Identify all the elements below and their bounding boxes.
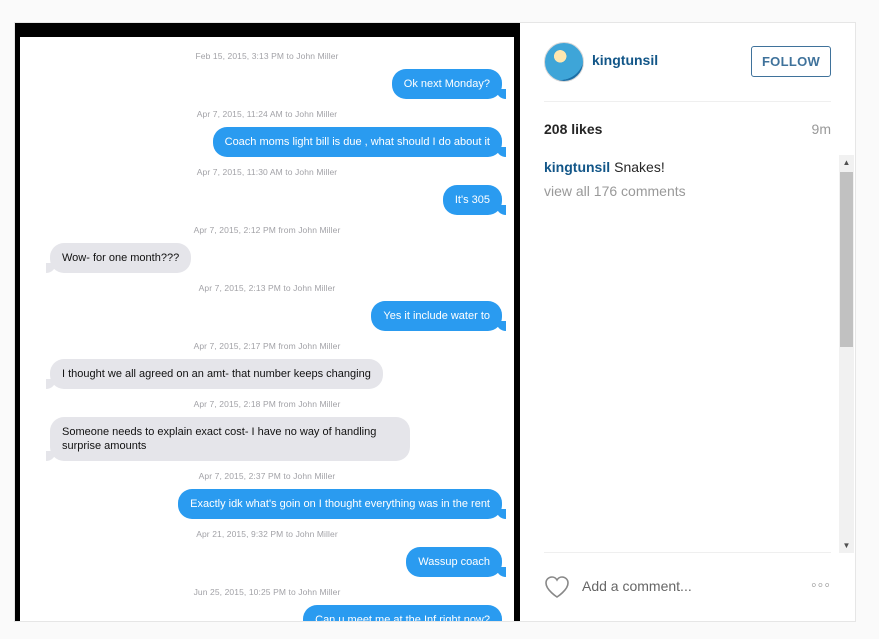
message-bubble-sent: It's 305 — [442, 185, 507, 215]
message-timestamp: Apr 7, 2015, 11:30 AM to John Miller — [196, 167, 338, 177]
follow-button[interactable]: FOLLOW — [751, 46, 831, 77]
message-bubble-sent: Can u meet me at the Inf right now? — [303, 605, 502, 621]
message-timestamp: Jun 25, 2015, 10:25 PM to John Miller — [193, 587, 341, 597]
post-photo[interactable]: Feb 15, 2015, 3:13 PM to John Miller Ok … — [15, 23, 520, 621]
more-options-icon[interactable]: ◦◦◦ — [807, 577, 831, 595]
message-bubble-sent: Coach moms light bill is due , what shou… — [212, 127, 507, 157]
message-timestamp: Apr 7, 2015, 2:13 PM to John Miller — [198, 283, 336, 293]
message-timestamp: Apr 21, 2015, 9:32 PM to John Miller — [196, 529, 338, 539]
comment-input[interactable] — [582, 575, 782, 597]
post-caption: kingtunsil Snakes! — [544, 159, 831, 175]
comments-list: kingtunsil Snakes! view all 176 comments — [544, 155, 831, 553]
message-bubble-sent: Ok next Monday? — [391, 69, 507, 99]
scrollbar-thumb[interactable] — [840, 172, 853, 347]
message-timestamp: Apr 7, 2015, 2:18 PM from John Miller — [193, 399, 341, 409]
comments-scrollbar[interactable]: ▲ ▼ — [839, 155, 854, 553]
author-username[interactable]: kingtunsil — [592, 52, 658, 68]
heart-icon[interactable] — [544, 575, 570, 599]
message-timestamp: Feb 15, 2015, 3:13 PM to John Miller — [195, 51, 339, 61]
message-bubble-received: Someone needs to explain exact cost- I h… — [46, 417, 410, 461]
avatar[interactable] — [544, 42, 584, 82]
message-thread: Feb 15, 2015, 3:13 PM to John Miller Ok … — [20, 37, 514, 621]
likes-count[interactable]: 208 likes — [544, 121, 602, 137]
caption-username[interactable]: kingtunsil — [544, 159, 610, 175]
post-time[interactable]: 9m — [812, 121, 831, 137]
caption-text: Snakes! — [614, 159, 665, 175]
post-footer: ◦◦◦ — [544, 552, 831, 621]
scroll-down-icon[interactable]: ▼ — [839, 538, 854, 553]
message-timestamp: Apr 7, 2015, 2:12 PM from John Miller — [193, 225, 341, 235]
message-bubble-sent: Yes it include water to — [371, 301, 506, 331]
message-bubble-received: I thought we all agreed on an amt- that … — [46, 359, 383, 389]
message-timestamp: Apr 7, 2015, 2:37 PM to John Miller — [198, 471, 336, 481]
message-bubble-received: Wow- for one month??? — [45, 243, 192, 273]
imessage-screenshot: Feb 15, 2015, 3:13 PM to John Miller Ok … — [20, 37, 514, 621]
post-card: Feb 15, 2015, 3:13 PM to John Miller Ok … — [14, 22, 856, 622]
message-bubble-sent: Wassup coach — [406, 547, 506, 577]
post-side-panel: kingtunsil FOLLOW 208 likes 9m kingtunsi… — [520, 23, 855, 621]
message-bubble-sent: Exactly idk what's goin on I thought eve… — [178, 489, 506, 519]
post-header: kingtunsil FOLLOW — [544, 23, 831, 102]
message-timestamp: Apr 7, 2015, 11:24 AM to John Miller — [196, 109, 338, 119]
scroll-up-icon[interactable]: ▲ — [839, 155, 854, 170]
message-timestamp: Apr 7, 2015, 2:17 PM from John Miller — [193, 341, 341, 351]
view-all-comments-link[interactable]: view all 176 comments — [544, 183, 831, 199]
